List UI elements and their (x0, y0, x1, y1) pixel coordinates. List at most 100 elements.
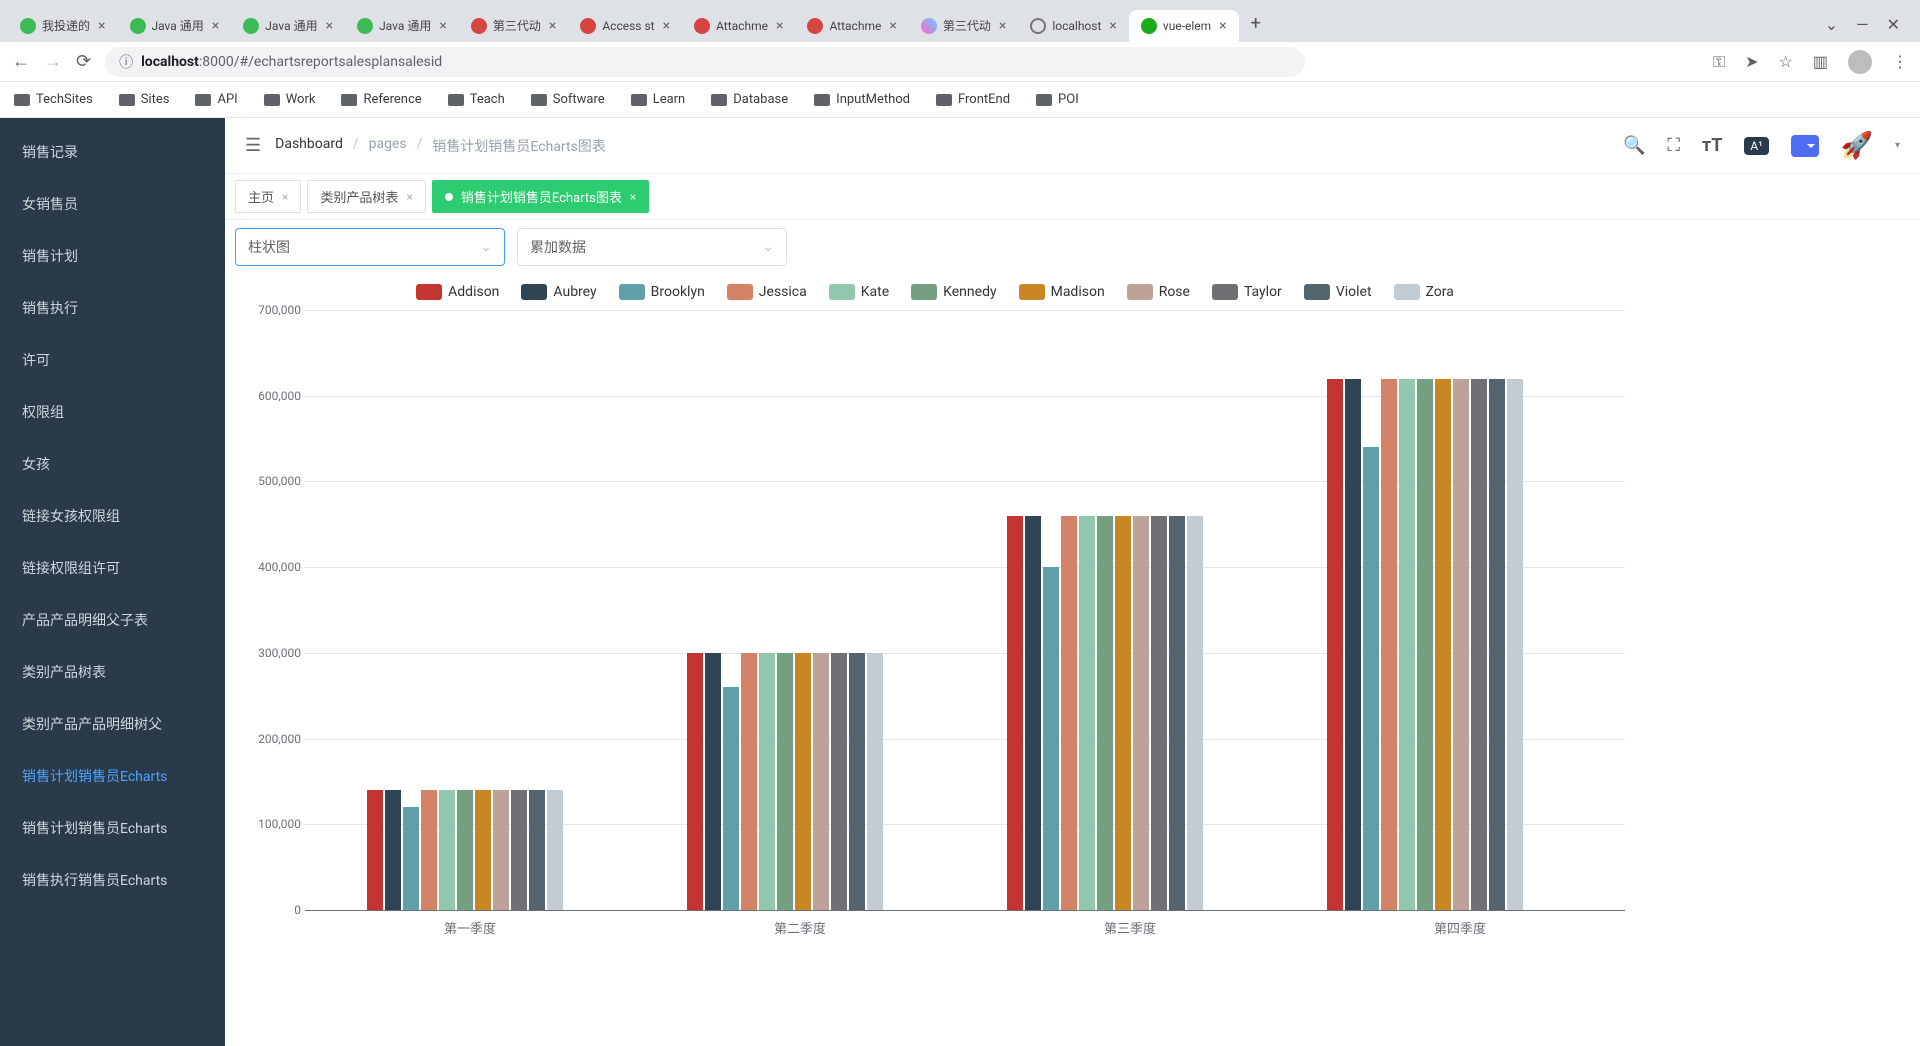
browser-tab[interactable]: localhost× (1018, 10, 1129, 42)
bookmark-item[interactable]: Learn (631, 92, 686, 107)
close-icon[interactable]: × (324, 18, 335, 34)
select-data-mode[interactable]: 累加数据 ⌄ (517, 228, 787, 266)
nav-forward-icon[interactable]: → (44, 51, 62, 72)
browser-tab[interactable]: 我投递的× (8, 9, 118, 42)
bookmark-item[interactable]: Reference (341, 92, 421, 107)
sidebar-item[interactable]: 女销售员 (0, 178, 225, 230)
legend-item[interactable]: Aubrey (521, 284, 596, 300)
editor-tab[interactable]: 销售计划销售员Echarts图表× (432, 180, 649, 213)
bar[interactable] (385, 790, 401, 910)
select-chart-type[interactable]: 柱状图 ⌄ (235, 228, 505, 266)
bookmark-item[interactable]: Teach (448, 92, 505, 107)
bar[interactable] (1435, 379, 1451, 910)
bar[interactable] (493, 790, 509, 910)
bar[interactable] (475, 790, 491, 910)
bar[interactable] (741, 653, 757, 910)
browser-tab[interactable]: Java 通用× (345, 9, 459, 42)
legend-item[interactable]: Kate (829, 284, 889, 300)
bar[interactable] (1097, 516, 1113, 910)
close-icon[interactable]: × (96, 18, 107, 34)
bar[interactable] (1115, 516, 1131, 910)
close-icon[interactable]: × (887, 18, 898, 34)
bar[interactable] (1345, 379, 1361, 910)
browser-tab[interactable]: 第三代动× (909, 9, 1019, 42)
legend-item[interactable]: Kennedy (911, 284, 996, 300)
key-icon[interactable]: ⚿ (1713, 52, 1725, 72)
bar[interactable] (1169, 516, 1185, 910)
bar[interactable] (1133, 516, 1149, 910)
sidebar-item[interactable]: 类别产品树表 (0, 646, 225, 698)
close-icon[interactable]: × (437, 18, 448, 34)
bookmark-item[interactable]: API (195, 92, 237, 107)
close-icon[interactable]: × (661, 18, 672, 34)
bar[interactable] (687, 653, 703, 910)
bar[interactable] (759, 653, 775, 910)
bar[interactable] (1507, 379, 1523, 910)
bookmark-item[interactable]: FrontEnd (936, 92, 1010, 107)
crumb-dashboard[interactable]: Dashboard (275, 136, 343, 156)
bar[interactable] (1151, 516, 1167, 910)
bar[interactable] (849, 653, 865, 910)
send-icon[interactable]: ➤ (1745, 52, 1758, 71)
text-size-icon[interactable]: тT (1702, 135, 1722, 156)
browser-tab[interactable]: Attachme× (682, 10, 795, 42)
bar[interactable] (547, 790, 563, 910)
profile-avatar[interactable] (1848, 50, 1872, 74)
sidebar-item[interactable]: 销售记录 (0, 126, 225, 178)
close-icon[interactable]: × (1107, 18, 1118, 34)
legend-item[interactable]: Madison (1019, 284, 1105, 300)
bookmark-item[interactable]: TechSites (14, 92, 93, 107)
kebab-menu-icon[interactable]: ⋮ (1892, 52, 1908, 71)
sidebar-item[interactable]: 销售执行 (0, 282, 225, 334)
rocket-icon[interactable]: 🚀 (1841, 131, 1873, 161)
browser-tab[interactable]: Attachme× (795, 10, 908, 42)
bookmark-item[interactable]: Work (264, 92, 316, 107)
editor-tab[interactable]: 类别产品树表× (307, 180, 425, 213)
close-icon[interactable]: × (547, 18, 558, 34)
sidebar-item[interactable]: 链接权限组许可 (0, 542, 225, 594)
browser-tab[interactable]: Java 通用× (118, 9, 232, 42)
sidebar-item[interactable]: 产品产品明细父子表 (0, 594, 225, 646)
bar[interactable] (1489, 379, 1505, 910)
bookmark-item[interactable]: InputMethod (814, 92, 910, 107)
browser-tab[interactable]: Access st× (568, 10, 682, 42)
bar[interactable] (529, 790, 545, 910)
bar[interactable] (1007, 516, 1023, 910)
bar[interactable] (1363, 447, 1379, 910)
bar[interactable] (723, 687, 739, 910)
bar[interactable] (1417, 379, 1433, 910)
editor-tab[interactable]: 主页× (235, 180, 301, 213)
new-tab-button[interactable]: + (1239, 5, 1273, 42)
sidebar-item[interactable]: 链接女孩权限组 (0, 490, 225, 542)
legend-item[interactable]: Addison (416, 284, 499, 300)
bar[interactable] (867, 653, 883, 910)
bookmark-item[interactable]: Database (711, 92, 788, 107)
caret-down-icon[interactable]: ⌄ (1825, 15, 1838, 34)
sidebar-item[interactable]: 女孩 (0, 438, 225, 490)
lang-badge[interactable]: A¹ (1744, 137, 1768, 155)
star-icon[interactable]: ☆ (1779, 52, 1793, 71)
legend-item[interactable]: Zora (1394, 284, 1454, 300)
bar[interactable] (1327, 379, 1343, 910)
minimize-icon[interactable]: — (1856, 15, 1869, 34)
sidebar-item[interactable]: 销售计划销售员Echarts (0, 750, 225, 802)
caret-down-icon[interactable]: ▾ (1895, 140, 1900, 151)
browser-tab[interactable]: vue-elem× (1129, 10, 1239, 42)
close-icon[interactable]: × (997, 18, 1008, 34)
crumb-pages[interactable]: pages (369, 136, 407, 156)
search-icon[interactable]: 🔍 (1623, 135, 1645, 156)
browser-tab[interactable]: Java 通用× (231, 9, 345, 42)
nav-back-icon[interactable]: ← (12, 51, 30, 72)
bookmark-item[interactable]: Software (531, 92, 605, 107)
bar[interactable] (831, 653, 847, 910)
bar[interactable] (795, 653, 811, 910)
bar[interactable] (511, 790, 527, 910)
sidebar-item[interactable]: 销售计划 (0, 230, 225, 282)
close-icon[interactable]: × (630, 190, 636, 204)
legend-item[interactable]: Rose (1127, 284, 1190, 300)
bar[interactable] (421, 790, 437, 910)
bar[interactable] (705, 653, 721, 910)
bar[interactable] (1187, 516, 1203, 910)
bar[interactable] (403, 807, 419, 910)
sidebar-item[interactable]: 销售执行销售员Echarts (0, 854, 225, 906)
